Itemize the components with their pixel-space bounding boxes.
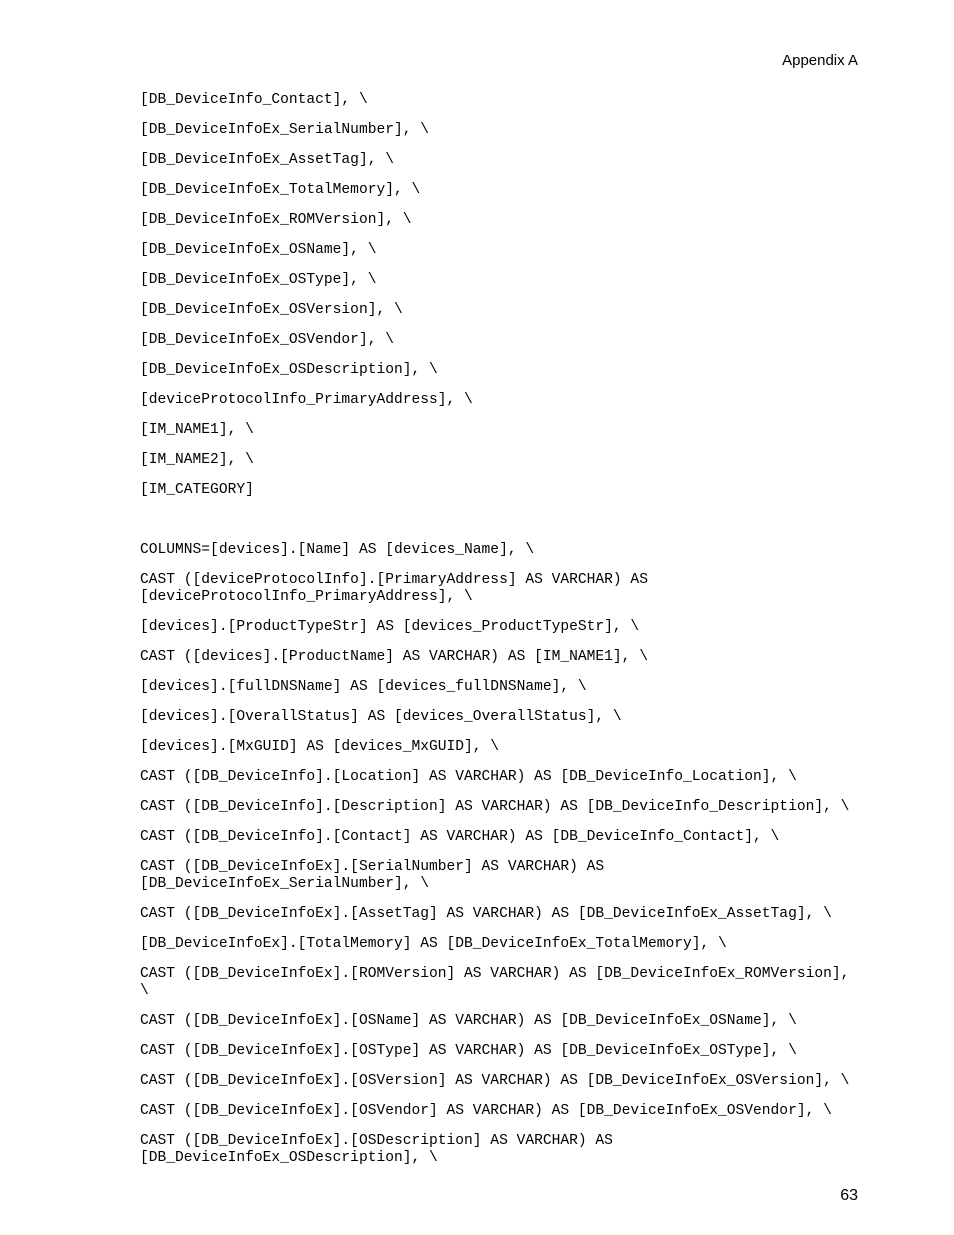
page-header: Appendix A — [782, 52, 858, 69]
code-line: [DB_DeviceInfo_Contact], \ — [140, 92, 858, 109]
code-line: [DB_DeviceInfoEx_OSDescription], \ — [140, 362, 858, 379]
code-line: CAST ([DB_DeviceInfoEx].[OSVersion] AS V… — [140, 1073, 858, 1090]
code-line: CAST ([DB_DeviceInfo].[Location] AS VARC… — [140, 769, 858, 786]
code-line: CAST ([DB_DeviceInfoEx].[OSVendor] AS VA… — [140, 1103, 858, 1120]
code-line: CAST ([devices].[ProductName] AS VARCHAR… — [140, 649, 858, 666]
code-line: CAST ([DB_DeviceInfo].[Description] AS V… — [140, 799, 858, 816]
code-line: COLUMNS=[devices].[Name] AS [devices_Nam… — [140, 542, 858, 559]
code-line: CAST ([DB_DeviceInfoEx].[AssetTag] AS VA… — [140, 906, 858, 923]
code-line: [DB_DeviceInfoEx_AssetTag], \ — [140, 152, 858, 169]
code-line: CAST ([deviceProtocolInfo].[PrimaryAddre… — [140, 572, 858, 606]
code-line: [devices].[OverallStatus] AS [devices_Ov… — [140, 709, 858, 726]
code-line: [DB_DeviceInfoEx_SerialNumber], \ — [140, 122, 858, 139]
code-line: [DB_DeviceInfoEx_OSName], \ — [140, 242, 858, 259]
document-page: Appendix A [DB_DeviceInfo_Contact], \[DB… — [0, 0, 954, 1235]
code-line: [DB_DeviceInfoEx_TotalMemory], \ — [140, 182, 858, 199]
code-line — [140, 512, 858, 529]
code-line: [DB_DeviceInfoEx_OSType], \ — [140, 272, 858, 289]
code-line: [deviceProtocolInfo_PrimaryAddress], \ — [140, 392, 858, 409]
code-line: CAST ([DB_DeviceInfo].[Contact] AS VARCH… — [140, 829, 858, 846]
code-line: [DB_DeviceInfoEx_OSVendor], \ — [140, 332, 858, 349]
code-line: CAST ([DB_DeviceInfoEx].[OSDescription] … — [140, 1133, 858, 1167]
code-line: [devices].[fullDNSName] AS [devices_full… — [140, 679, 858, 696]
code-line: [DB_DeviceInfoEx_ROMVersion], \ — [140, 212, 858, 229]
code-line: [devices].[MxGUID] AS [devices_MxGUID], … — [140, 739, 858, 756]
code-line: [DB_DeviceInfoEx].[TotalMemory] AS [DB_D… — [140, 936, 858, 953]
code-line: CAST ([DB_DeviceInfoEx].[OSType] AS VARC… — [140, 1043, 858, 1060]
code-block: [DB_DeviceInfo_Contact], \ [DB_DeviceInfo… — [140, 92, 858, 1180]
code-line: CAST ([DB_DeviceInfoEx].[ROMVersion] AS … — [140, 966, 858, 1000]
code-line: [DB_DeviceInfoEx_OSVersion], \ — [140, 302, 858, 319]
code-line: [IM_CATEGORY] — [140, 482, 858, 499]
code-line: [IM_NAME2], \ — [140, 452, 858, 469]
page-number: 63 — [840, 1187, 858, 1205]
code-line: CAST ([DB_DeviceInfoEx].[OSName] AS VARC… — [140, 1013, 858, 1030]
code-line: [IM_NAME1], \ — [140, 422, 858, 439]
code-line: CAST ([DB_DeviceInfoEx].[SerialNumber] A… — [140, 859, 858, 893]
code-line: [devices].[ProductTypeStr] AS [devices_P… — [140, 619, 858, 636]
